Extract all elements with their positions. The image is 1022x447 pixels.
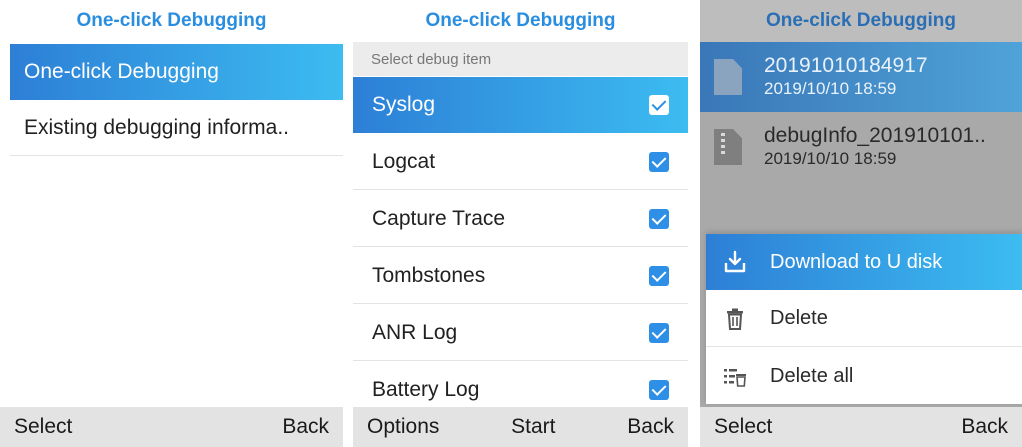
options-popup-menu: Download to U disk Delete Delete all: [706, 234, 1022, 404]
file-info: debugInfo_201910101.. 2019/10/10 18:59: [764, 124, 986, 170]
screens-container: One-click Debugging One-click Debugging …: [0, 0, 1022, 447]
softkey-start[interactable]: Start: [511, 407, 555, 447]
debug-item-label: Logcat: [372, 149, 436, 173]
file-name: 20191010184917: [764, 54, 928, 77]
menu-item-label: Existing debugging informa..: [24, 115, 289, 139]
delete-all-icon: [724, 369, 746, 387]
menu-item-download-to-u-disk[interactable]: Download to U disk: [706, 234, 1022, 290]
menu-item-one-click-debugging[interactable]: One-click Debugging: [10, 44, 343, 100]
menu-item-delete[interactable]: Delete: [706, 291, 1022, 347]
softkey-bar: Options Start Back: [353, 407, 688, 447]
softkey-back[interactable]: Back: [282, 407, 329, 447]
section-subheader: Select debug item: [353, 42, 688, 76]
screen-select-debug-items: One-click Debugging Select debug item Sy…: [353, 0, 688, 447]
file-name: debugInfo_201910101..: [764, 124, 986, 147]
page-title: One-click Debugging: [425, 10, 616, 31]
file-item-debuginfo[interactable]: debugInfo_201910101.. 2019/10/10 18:59: [700, 112, 1022, 182]
checkbox-checked-icon[interactable]: [649, 380, 669, 400]
debug-item-label: Syslog: [372, 93, 436, 116]
menu-item-delete-all[interactable]: Delete all: [706, 348, 1022, 404]
softkey-options[interactable]: Options: [367, 407, 439, 447]
debug-item-tombstones[interactable]: Tombstones: [353, 248, 688, 304]
menu-item-label: Delete: [770, 307, 828, 329]
download-icon: [724, 250, 746, 273]
softkey-bar: Select Back: [700, 407, 1022, 447]
menu-item-label: Delete all: [770, 364, 854, 387]
debug-item-syslog[interactable]: Syslog: [353, 77, 688, 133]
debug-item-label: Tombstones: [372, 263, 486, 287]
menu-item-label: One-click Debugging: [24, 60, 219, 83]
zip-file-icon: [714, 129, 742, 165]
softkey-back[interactable]: Back: [627, 407, 674, 447]
softkey-bar: Select Back: [0, 407, 343, 447]
file-item-20191010184917[interactable]: 20191010184917 2019/10/10 18:59: [700, 42, 1022, 112]
debug-item-capture-trace[interactable]: Capture Trace: [353, 191, 688, 247]
debug-item-label: Battery Log: [372, 378, 480, 401]
menu-item-existing-debug-info[interactable]: Existing debugging informa..: [10, 100, 343, 156]
menu-item-label: Download to U disk: [770, 250, 943, 273]
page-title: One-click Debugging: [76, 10, 267, 31]
debug-item-logcat[interactable]: Logcat: [353, 134, 688, 190]
file-icon: [714, 59, 742, 95]
file-date: 2019/10/10 18:59: [764, 149, 897, 168]
debug-item-label: Capture Trace: [372, 206, 506, 230]
softkey-select[interactable]: Select: [714, 407, 772, 447]
checkbox-checked-icon[interactable]: [649, 95, 669, 115]
checkbox-checked-icon[interactable]: [649, 265, 669, 286]
file-info: 20191010184917 2019/10/10 18:59: [764, 54, 928, 100]
checkbox-checked-icon[interactable]: [649, 322, 669, 343]
checkbox-checked-icon[interactable]: [649, 151, 669, 172]
trash-icon: [727, 308, 743, 330]
screen-debug-files: One-click Debugging 20191010184917 2019/…: [700, 0, 1022, 447]
debug-item-anr-log[interactable]: ANR Log: [353, 305, 688, 361]
screen-debug-menu: One-click Debugging One-click Debugging …: [0, 0, 343, 447]
file-date: 2019/10/10 18:59: [764, 79, 897, 98]
softkey-select[interactable]: Select: [14, 407, 72, 447]
page-title: One-click Debugging: [700, 0, 1022, 42]
debug-item-label: ANR Log: [372, 320, 458, 344]
softkey-back[interactable]: Back: [961, 407, 1008, 447]
checkbox-checked-icon[interactable]: [649, 208, 669, 229]
